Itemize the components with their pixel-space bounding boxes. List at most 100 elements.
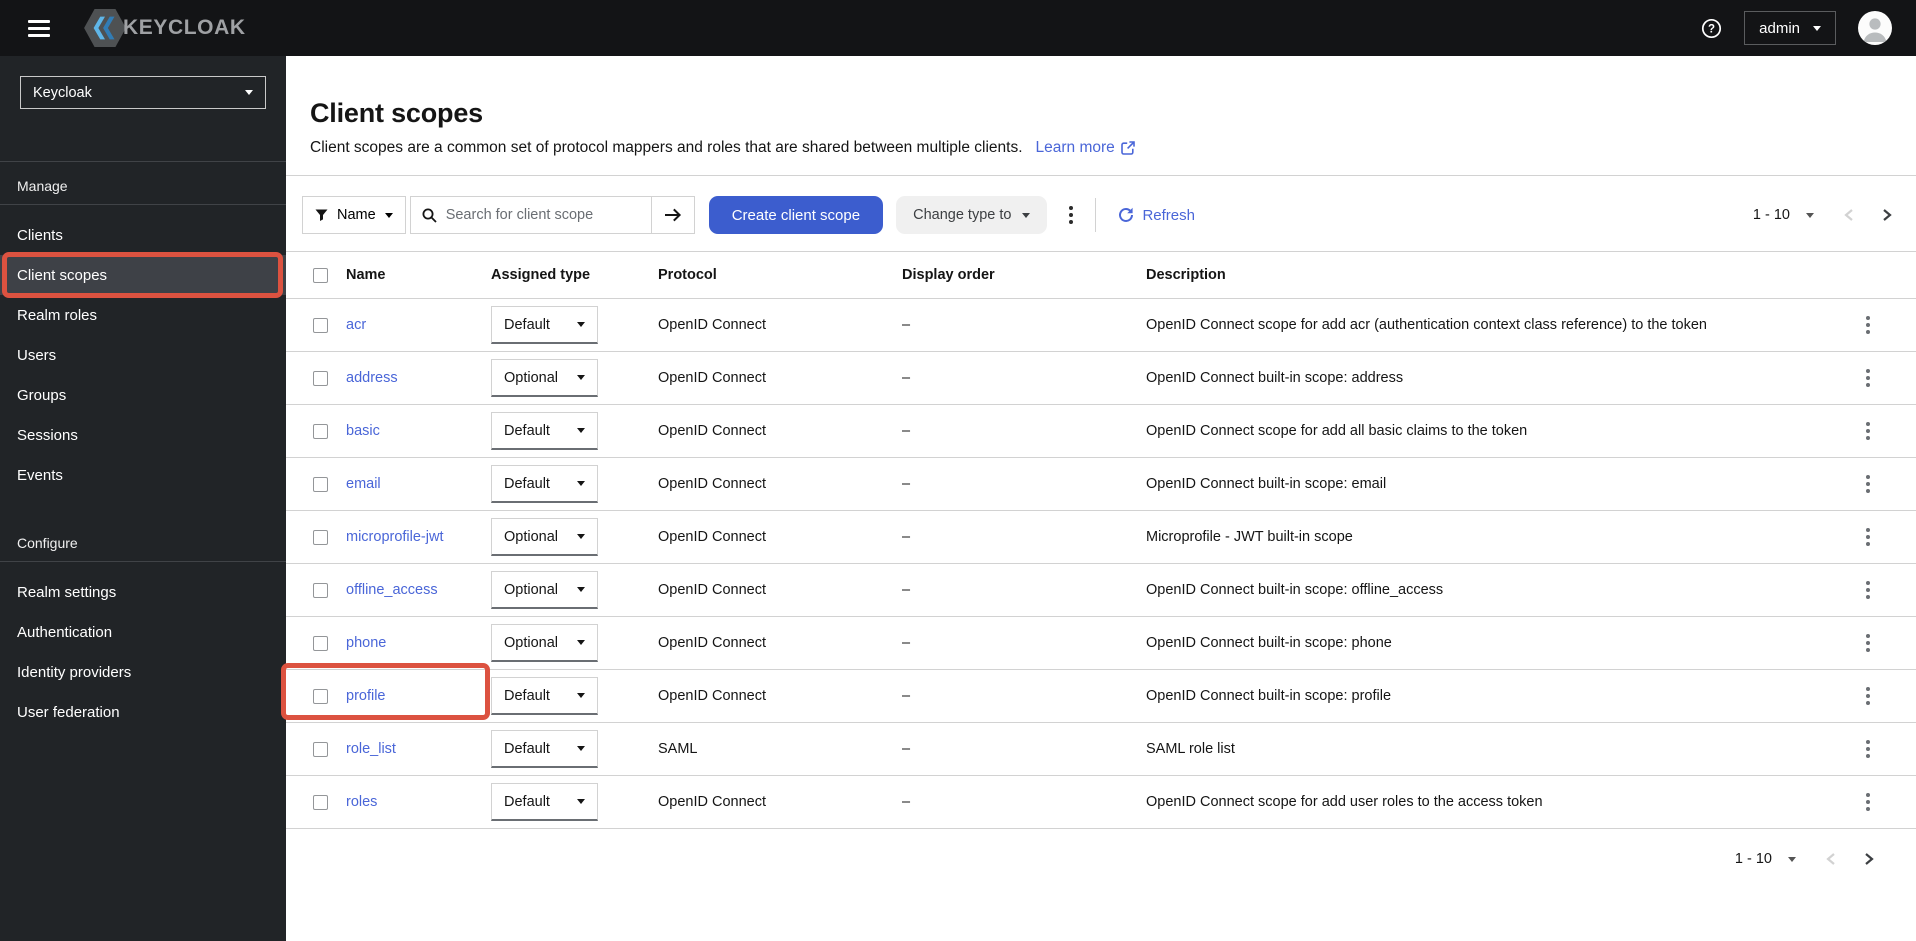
sidebar-item-sessions[interactable]: Sessions xyxy=(0,415,286,455)
avatar[interactable] xyxy=(1858,11,1892,45)
change-type-dropdown[interactable]: Change type to xyxy=(896,196,1048,234)
next-page-button[interactable] xyxy=(1863,852,1874,866)
table-row: profile Default OpenID Connect – OpenID … xyxy=(286,670,1916,723)
assigned-type-select[interactable]: Default xyxy=(491,783,598,821)
row-kebab-menu[interactable] xyxy=(1860,734,1876,764)
table-row: phone Optional OpenID Connect – OpenID C… xyxy=(286,617,1916,670)
sidebar-item-client-scopes[interactable]: Client scopes xyxy=(0,255,286,295)
realm-selector[interactable]: Keycloak xyxy=(20,76,266,109)
sidebar-item-user-federation[interactable]: User federation xyxy=(0,692,286,732)
scope-name-link[interactable]: email xyxy=(346,476,381,492)
toolbar-kebab-menu[interactable] xyxy=(1063,200,1079,230)
chevron-down-icon xyxy=(577,481,585,486)
sidebar-item-groups[interactable]: Groups xyxy=(0,375,286,415)
previous-page-button[interactable] xyxy=(1826,852,1837,866)
sidebar-item-events[interactable]: Events xyxy=(0,455,286,495)
assigned-type-select[interactable]: Default xyxy=(491,677,598,715)
pagination-options-dropdown[interactable] xyxy=(1788,856,1796,862)
sidebar-item-authentication[interactable]: Authentication xyxy=(0,612,286,652)
row-checkbox[interactable] xyxy=(313,423,328,439)
search-box xyxy=(409,196,652,234)
pagination-range: 1 - 10 xyxy=(1734,851,1772,867)
help-icon[interactable]: ? xyxy=(1701,18,1722,39)
chevron-down-icon xyxy=(384,212,393,218)
protocol-cell: OpenID Connect xyxy=(658,423,767,439)
search-icon xyxy=(422,208,437,223)
scope-name-link[interactable]: role_list xyxy=(346,741,396,757)
row-checkbox[interactable] xyxy=(313,370,328,386)
assigned-type-select[interactable]: Optional xyxy=(491,518,598,556)
row-kebab-menu[interactable] xyxy=(1860,628,1876,658)
sidebar-item-realm-roles[interactable]: Realm roles xyxy=(0,295,286,335)
assigned-type-select[interactable]: Default xyxy=(491,306,598,344)
scope-name-link[interactable]: basic xyxy=(346,423,380,439)
scope-name-link[interactable]: profile xyxy=(346,688,386,704)
filter-type-dropdown[interactable]: Name xyxy=(302,196,406,234)
row-checkbox[interactable] xyxy=(313,741,328,757)
row-checkbox[interactable] xyxy=(313,476,328,492)
row-kebab-menu[interactable] xyxy=(1860,416,1876,446)
search-input[interactable] xyxy=(445,207,640,223)
row-checkbox[interactable] xyxy=(313,582,328,598)
table-footer: 1 - 10 xyxy=(286,851,1916,867)
assigned-type-select[interactable]: Default xyxy=(491,412,598,450)
learn-more-label: Learn more xyxy=(1035,139,1115,156)
next-page-button[interactable] xyxy=(1881,208,1892,222)
pagination-range: 1 - 10 xyxy=(1752,207,1790,223)
row-kebab-menu[interactable] xyxy=(1860,522,1876,552)
row-kebab-menu[interactable] xyxy=(1860,363,1876,393)
row-checkbox[interactable] xyxy=(313,794,328,810)
scope-name-link[interactable]: address xyxy=(346,370,398,386)
row-kebab-menu[interactable] xyxy=(1860,310,1876,340)
table-row: offline_access Optional OpenID Connect –… xyxy=(286,564,1916,617)
table-row: address Optional OpenID Connect – OpenID… xyxy=(286,352,1916,405)
learn-more-link[interactable]: Learn more xyxy=(1036,137,1135,159)
sidebar: Keycloak Manage Clients Client scopes Re… xyxy=(0,56,286,941)
assigned-type-select[interactable]: Default xyxy=(491,465,598,503)
row-kebab-menu[interactable] xyxy=(1860,681,1876,711)
assigned-type-select[interactable]: Optional xyxy=(491,624,598,662)
row-kebab-menu[interactable] xyxy=(1860,575,1876,605)
section-title-configure: Configure xyxy=(0,519,286,562)
sidebar-item-realm-settings[interactable]: Realm settings xyxy=(0,572,286,612)
select-all-checkbox[interactable] xyxy=(313,267,328,283)
scope-name-link[interactable]: microprofile-jwt xyxy=(346,529,444,545)
assigned-type-select[interactable]: Optional xyxy=(491,571,598,609)
display-order-cell: – xyxy=(902,476,911,492)
row-checkbox[interactable] xyxy=(313,529,328,545)
description-cell: OpenID Connect scope for add all basic c… xyxy=(1146,423,1528,439)
create-client-scope-button[interactable]: Create client scope xyxy=(708,196,884,234)
pagination-options-dropdown[interactable] xyxy=(1806,212,1814,218)
chevron-down-icon xyxy=(577,640,585,645)
row-checkbox[interactable] xyxy=(313,635,328,651)
scope-name-link[interactable]: acr xyxy=(346,317,366,333)
sidebar-item-identity-providers[interactable]: Identity providers xyxy=(0,652,286,692)
table-row: email Default OpenID Connect – OpenID Co… xyxy=(286,458,1916,511)
realm-selector-block: Keycloak xyxy=(0,56,286,162)
scope-name-link[interactable]: phone xyxy=(346,635,386,651)
scope-name-link[interactable]: offline_access xyxy=(346,582,438,598)
pagination-bottom: 1 - 10 xyxy=(1735,851,1874,867)
search-submit-button[interactable] xyxy=(650,196,695,234)
row-checkbox[interactable] xyxy=(313,317,328,333)
table-body: acr Default OpenID Connect – OpenID Conn… xyxy=(286,299,1916,829)
sidebar-item-clients[interactable]: Clients xyxy=(0,215,286,255)
row-kebab-menu[interactable] xyxy=(1860,469,1876,499)
refresh-button[interactable]: Refresh xyxy=(1118,207,1195,224)
user-menu-dropdown[interactable]: admin xyxy=(1744,11,1836,45)
keycloak-logo-icon xyxy=(84,9,126,47)
row-kebab-menu[interactable] xyxy=(1860,787,1876,817)
assigned-type-value: Optional xyxy=(504,369,559,386)
assigned-type-select[interactable]: Default xyxy=(491,730,598,768)
filter-icon xyxy=(315,209,328,222)
row-checkbox[interactable] xyxy=(313,688,328,704)
display-order-cell: – xyxy=(902,741,911,757)
scope-name-link[interactable]: roles xyxy=(346,794,377,810)
previous-page-button[interactable] xyxy=(1844,208,1855,222)
description-cell: Microprofile - JWT built-in scope xyxy=(1146,529,1353,545)
hamburger-menu-icon[interactable] xyxy=(22,14,56,43)
description-cell: OpenID Connect built-in scope: email xyxy=(1146,476,1387,492)
assigned-type-select[interactable]: Optional xyxy=(491,359,598,397)
chevron-down-icon xyxy=(1813,25,1821,31)
sidebar-item-users[interactable]: Users xyxy=(0,335,286,375)
